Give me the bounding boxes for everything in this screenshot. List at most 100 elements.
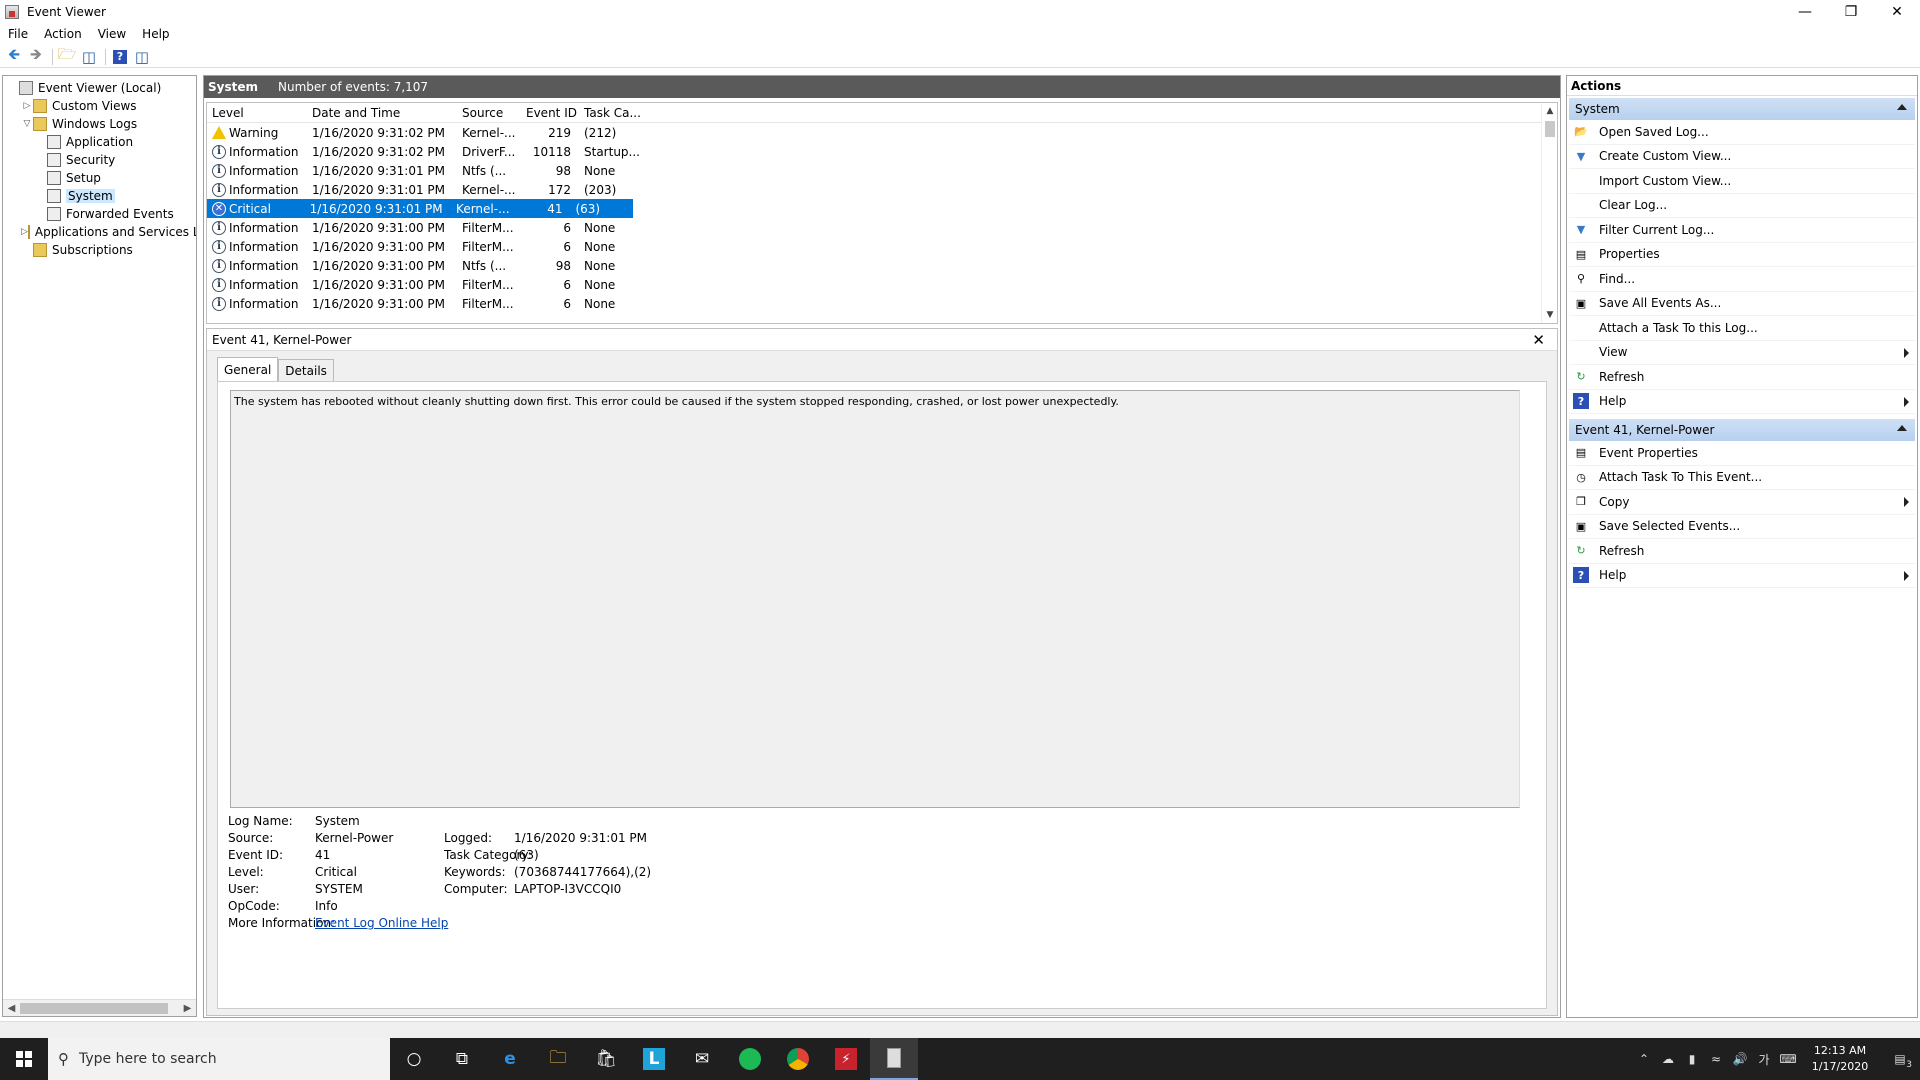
up-folder-icon[interactable]: 🗁	[57, 45, 77, 67]
event-log-online-help-link[interactable]: Event Log Online Help	[315, 916, 448, 933]
event-list-vertical-scrollbar[interactable]: ▲ ▼	[1541, 103, 1557, 323]
red-app-icon[interactable]: ⚡	[822, 1038, 870, 1080]
action-view[interactable]: View	[1569, 341, 1915, 365]
expand-arrow-icon[interactable]: ▷	[21, 227, 28, 237]
scroll-left-icon[interactable]: ◀	[3, 1000, 20, 1016]
event-row[interactable]: i Information 1/16/2020 9:31:00 PM FilterM.…	[207, 275, 1557, 294]
event-message[interactable]: The system has rebooted without cleanly …	[230, 390, 1520, 808]
action-create-custom-view[interactable]: ▼ Create Custom View...	[1569, 145, 1915, 169]
tree-item-application[interactable]: Application	[3, 133, 196, 151]
l-app-icon[interactable]: L	[630, 1038, 678, 1080]
action-attach-task-to-this-event[interactable]: ◷ Attach Task To This Event...	[1569, 466, 1915, 490]
event-row[interactable]: i Information 1/16/2020 9:31:00 PM FilterM.…	[207, 294, 1557, 313]
menu-view[interactable]: View	[90, 27, 134, 41]
mail-icon[interactable]: ✉	[678, 1038, 726, 1080]
information-icon: i	[212, 144, 226, 159]
event-row[interactable]: i Information 1/16/2020 9:31:00 PM FilterM.…	[207, 218, 1557, 237]
forward-arrow-icon[interactable]: 🡺	[26, 45, 46, 67]
column-date-time[interactable]: Date and Time	[307, 106, 457, 120]
show-hide-action-pane-icon[interactable]: ◫	[132, 47, 152, 67]
menu-file[interactable]: File	[0, 27, 36, 41]
tab-details[interactable]: Details	[278, 359, 334, 381]
folder-icon	[33, 243, 47, 257]
action-refresh[interactable]: ↻ Refresh	[1569, 539, 1915, 564]
action-event-properties[interactable]: ▤ Event Properties	[1569, 441, 1915, 466]
tree-item-applications-and-services-lo[interactable]: ▷ Applications and Services Lo	[3, 223, 196, 241]
column-source[interactable]: Source	[457, 106, 521, 120]
actions-section-header[interactable]: Event 41, Kernel-Power	[1569, 419, 1915, 441]
action-filter-current-log[interactable]: ▼ Filter Current Log...	[1569, 218, 1915, 243]
column-event-id[interactable]: Event ID	[521, 106, 579, 120]
close-window-button[interactable]: ✕	[1874, 0, 1920, 24]
action-find[interactable]: ⚲ Find...	[1569, 267, 1915, 292]
action-open-saved-log[interactable]: 📂 Open Saved Log...	[1569, 120, 1915, 145]
back-arrow-icon[interactable]: 🡸	[4, 45, 24, 67]
action-help[interactable]: ? Help	[1569, 390, 1915, 414]
collapse-arrow-icon[interactable]: ▽	[21, 119, 33, 129]
edge-browser-icon[interactable]: e	[486, 1038, 534, 1080]
task-view-icon[interactable]: ⧉	[438, 1038, 486, 1080]
tree-item-event-viewer-local[interactable]: Event Viewer (Local)	[3, 79, 196, 97]
file-explorer-icon[interactable]: 🗀	[534, 1038, 582, 1080]
event-row[interactable]: i Information 1/16/2020 9:31:01 PM Kernel-.…	[207, 180, 1557, 199]
keyboard-icon[interactable]: ⌨	[1776, 1052, 1800, 1066]
action-properties[interactable]: ▤ Properties	[1569, 243, 1915, 267]
collapse-section-icon[interactable]	[1897, 425, 1907, 431]
onedrive-cloud-icon[interactable]: ☁	[1656, 1052, 1680, 1066]
scrollbar-thumb[interactable]	[1545, 121, 1555, 137]
tree-item-custom-views[interactable]: ▷ Custom Views	[3, 97, 196, 115]
action-save-all-events-as[interactable]: ▣ Save All Events As...	[1569, 292, 1915, 316]
restore-button[interactable]: ❐	[1828, 0, 1874, 24]
tree-item-setup[interactable]: Setup	[3, 169, 196, 187]
taskbar-search-box[interactable]: ⚲ Type here to search	[48, 1038, 390, 1080]
action-import-custom-view[interactable]: Import Custom View...	[1569, 169, 1915, 194]
tree-horizontal-scrollbar[interactable]: ◀ ▶	[3, 999, 196, 1016]
action-save-selected-events[interactable]: ▣ Save Selected Events...	[1569, 515, 1915, 539]
column-task-category[interactable]: Task Ca...	[579, 106, 643, 120]
tree-item-forwarded-events[interactable]: Forwarded Events	[3, 205, 196, 223]
event-row[interactable]: i Information 1/16/2020 9:31:02 PM DriverF.…	[207, 142, 1557, 161]
wifi-icon[interactable]: ≈	[1704, 1052, 1728, 1066]
action-clear-log[interactable]: Clear Log...	[1569, 194, 1915, 218]
ime-indicator[interactable]: 가	[1752, 1051, 1776, 1068]
scroll-right-icon[interactable]: ▶	[179, 1000, 196, 1016]
collapse-section-icon[interactable]	[1897, 104, 1907, 110]
event-row[interactable]: i Information 1/16/2020 9:31:01 PM Ntfs (..…	[207, 161, 1557, 180]
column-level[interactable]: Level	[207, 106, 307, 120]
tree-item-security[interactable]: Security	[3, 151, 196, 169]
battery-icon[interactable]: ▮	[1680, 1052, 1704, 1066]
chevron-up-icon[interactable]: ⌃	[1632, 1052, 1656, 1066]
tree-item-subscriptions[interactable]: Subscriptions	[3, 241, 196, 259]
action-attach-a-task-to-this-log[interactable]: Attach a Task To this Log...	[1569, 316, 1915, 341]
cortana-icon[interactable]: ○	[390, 1038, 438, 1080]
scroll-down-icon[interactable]: ▼	[1542, 307, 1557, 323]
action-copy[interactable]: ❐ Copy	[1569, 490, 1915, 515]
action-help[interactable]: ? Help	[1569, 564, 1915, 588]
volume-icon[interactable]: 🔊	[1728, 1052, 1752, 1066]
help-icon[interactable]: ?	[110, 47, 130, 67]
minimize-button[interactable]: —	[1782, 0, 1828, 24]
tab-general[interactable]: General	[217, 357, 279, 381]
event-viewer-taskbar-icon[interactable]	[870, 1038, 918, 1080]
close-detail-icon[interactable]: ✕	[1532, 331, 1545, 349]
store-icon[interactable]: 🛍	[582, 1038, 630, 1080]
event-row[interactable]: i Information 1/16/2020 9:31:00 PM Ntfs (..…	[207, 256, 1557, 275]
show-hide-console-tree-icon[interactable]: ◫	[79, 47, 99, 67]
menu-action[interactable]: Action	[36, 27, 90, 41]
event-row[interactable]: ✕ Critical 1/16/2020 9:31:01 PM Kernel-... 4…	[207, 199, 633, 218]
actions-section-header[interactable]: System	[1569, 98, 1915, 120]
scroll-up-icon[interactable]: ▲	[1542, 103, 1557, 119]
tree-item-windows-logs[interactable]: ▽ Windows Logs	[3, 115, 196, 133]
clock[interactable]: 12:13 AM 1/17/2020	[1800, 1043, 1880, 1075]
notification-icon[interactable]: ▤ 3	[1880, 1052, 1920, 1070]
action-refresh[interactable]: ↻ Refresh	[1569, 365, 1915, 390]
spotify-icon[interactable]	[726, 1038, 774, 1080]
event-row[interactable]: Warning 1/16/2020 9:31:02 PM Kernel-... 219…	[207, 123, 1557, 142]
scrollbar-thumb[interactable]	[20, 1003, 168, 1014]
tree-item-system[interactable]: System	[3, 187, 196, 205]
menu-help[interactable]: Help	[134, 27, 177, 41]
chrome-icon[interactable]	[774, 1038, 822, 1080]
expand-arrow-icon[interactable]: ▷	[21, 101, 33, 111]
event-row[interactable]: i Information 1/16/2020 9:31:00 PM FilterM.…	[207, 237, 1557, 256]
start-button[interactable]	[0, 1038, 48, 1080]
